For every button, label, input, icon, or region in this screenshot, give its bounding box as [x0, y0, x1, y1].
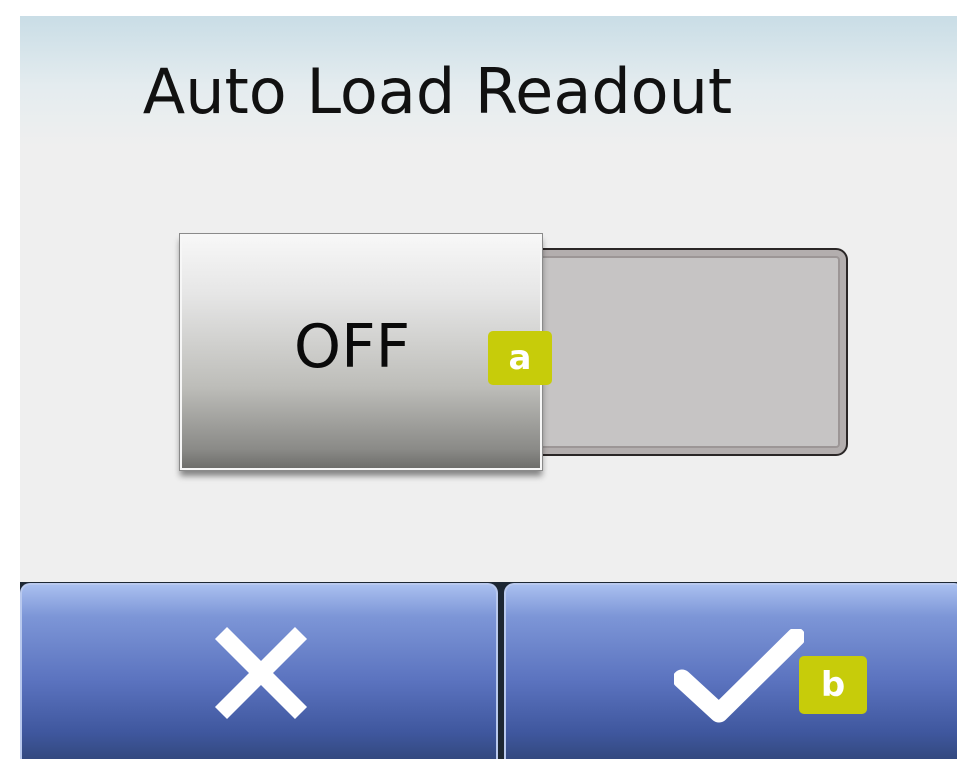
cancel-button[interactable]	[20, 583, 498, 759]
toggle-state-label: OFF	[293, 312, 411, 382]
settings-screen: Auto Load Readout OFF a b	[20, 16, 957, 759]
close-icon	[214, 626, 308, 720]
confirm-button[interactable]	[504, 583, 957, 759]
checkmark-icon	[674, 629, 804, 723]
callout-b-badge: b	[799, 656, 867, 714]
toggle-track[interactable]	[510, 248, 848, 456]
page-title: Auto Load Readout	[142, 55, 733, 128]
callout-a-badge: a	[488, 331, 552, 385]
